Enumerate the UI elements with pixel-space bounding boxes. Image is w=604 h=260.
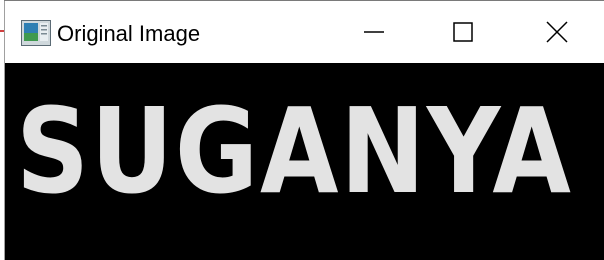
image-text: SUGANYA xyxy=(16,82,573,220)
window-title: Original Image xyxy=(57,21,201,46)
close-icon xyxy=(546,21,568,43)
maximize-button[interactable] xyxy=(440,2,486,62)
minimize-button[interactable] xyxy=(351,2,397,62)
close-button[interactable] xyxy=(534,2,580,62)
image-window: Original Image SUGANYA xyxy=(0,0,604,260)
maximize-icon xyxy=(453,22,473,42)
minimize-icon xyxy=(364,22,384,42)
image-canvas: SUGANYA xyxy=(5,63,604,260)
title-bar[interactable]: Original Image xyxy=(5,1,604,63)
window-edge-mark xyxy=(0,30,4,32)
image-window-icon[interactable] xyxy=(21,20,51,46)
